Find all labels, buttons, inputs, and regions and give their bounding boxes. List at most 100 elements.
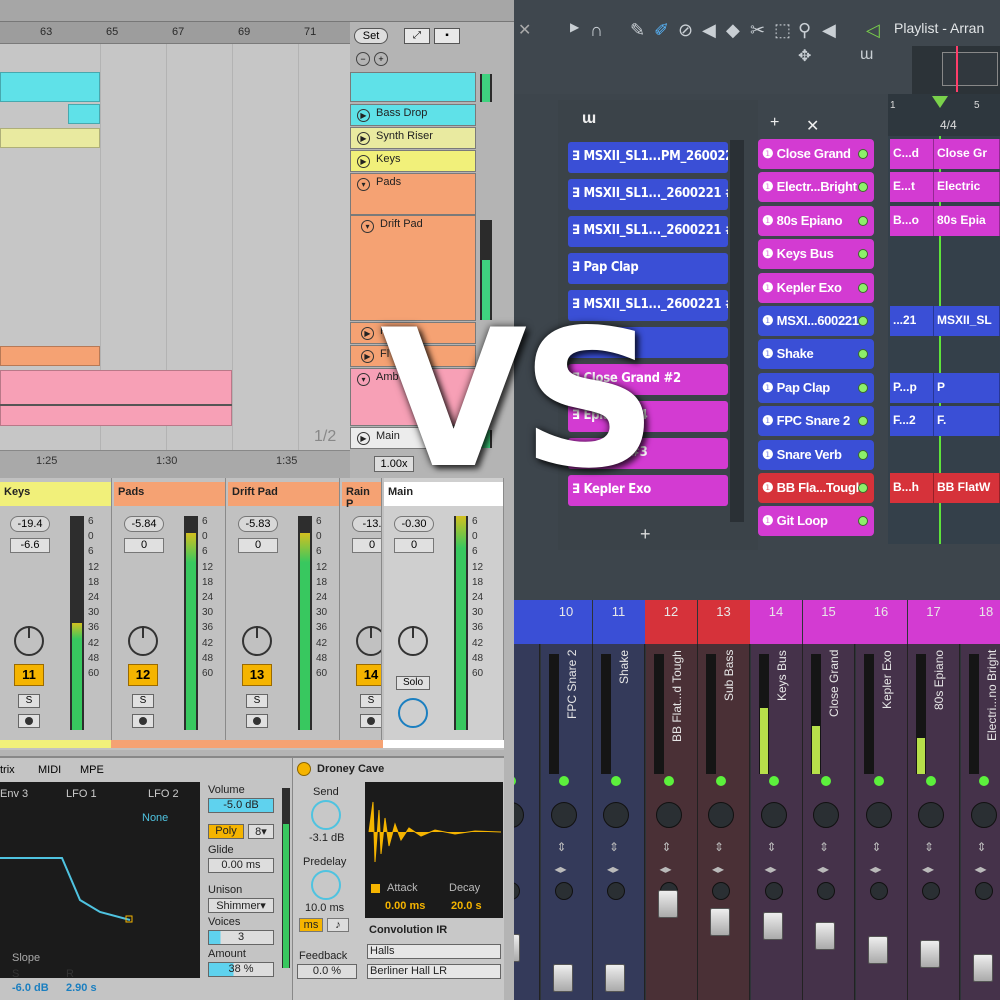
- stereo-separation-icon[interactable]: ⇕: [767, 840, 777, 854]
- r-value[interactable]: 2.90 s: [66, 982, 97, 994]
- pan-field[interactable]: -6.6: [10, 538, 50, 553]
- enable-led[interactable]: [821, 776, 831, 786]
- channel-title[interactable]: Pads: [114, 482, 225, 506]
- playlist-clip[interactable]: F.: [934, 406, 1000, 437]
- glide-field[interactable]: 0.00 ms: [208, 858, 274, 873]
- solo-button[interactable]: S: [246, 694, 268, 708]
- feedback-field[interactable]: 0.0 %: [297, 964, 357, 979]
- channel-title[interactable]: Drift Pad: [228, 482, 339, 506]
- stereo-separation-icon[interactable]: ⇕: [662, 840, 672, 854]
- mixer-track-label[interactable]: Close Grand: [827, 650, 841, 770]
- volume-fader[interactable]: [920, 940, 940, 968]
- add-channel-button[interactable]: +: [640, 524, 651, 545]
- volume-fader[interactable]: [762, 912, 783, 940]
- mixer-track-label[interactable]: Electri...no Bright: [985, 650, 999, 770]
- ir-name-select[interactable]: Berliner Hall LR: [367, 964, 501, 979]
- mixer-track-number[interactable]: 10: [540, 600, 592, 644]
- envelope-curve[interactable]: [0, 782, 200, 978]
- volume-fader[interactable]: [867, 936, 888, 964]
- mixer-strip[interactable]: ⇕◂▸: [514, 644, 540, 1000]
- attack-checkbox[interactable]: [371, 884, 380, 893]
- play-icon[interactable]: ▶: [361, 327, 374, 340]
- mixer-track-label[interactable]: 80s Epiano: [932, 650, 946, 770]
- track-enabled-led[interactable]: [858, 382, 868, 393]
- track-activator-button[interactable]: 14: [356, 664, 381, 686]
- magnet-icon[interactable]: ∩: [590, 20, 603, 41]
- playlist-clip[interactable]: MSXII_SL: [934, 306, 1000, 336]
- channel-rack-item[interactable]: ∃ Pap Clap: [568, 253, 728, 284]
- pan-field[interactable]: 0: [124, 538, 164, 553]
- volume-fader[interactable]: [552, 964, 573, 992]
- pan-knob[interactable]: [760, 802, 787, 828]
- track-enabled-led[interactable]: [858, 316, 868, 326]
- pencil-icon[interactable]: ✎: [630, 20, 645, 41]
- enable-led[interactable]: [926, 776, 936, 786]
- arrangement-ruler[interactable]: 63 65 67 69 71: [0, 22, 350, 44]
- brush-icon[interactable]: ✐: [654, 20, 669, 41]
- picker-icon[interactable]: ✥: [798, 46, 811, 66]
- enable-led[interactable]: [558, 776, 569, 786]
- track-enabled-led[interactable]: [858, 349, 868, 360]
- enable-led[interactable]: [978, 776, 989, 786]
- arrangement-view[interactable]: 1/2: [0, 44, 350, 450]
- playlist-add-icon[interactable]: +: [770, 114, 779, 132]
- track-keys[interactable]: ▶ Keys: [350, 150, 476, 172]
- rack-scrollbar[interactable]: [730, 140, 744, 522]
- playlist-track-header[interactable]: ❶ Pap Clap: [758, 372, 874, 403]
- fold-icon[interactable]: ▾: [357, 373, 370, 386]
- volume-field[interactable]: -0.30: [394, 516, 434, 532]
- pan-knob[interactable]: [813, 802, 839, 828]
- channel-rack-item[interactable]: ∃ MSXII_SL1..._2600221 #3: [568, 179, 728, 210]
- pan-knob[interactable]: [514, 802, 524, 828]
- pan-knob[interactable]: [708, 802, 734, 828]
- playlist-clip[interactable]: BB FlatW: [934, 473, 1000, 503]
- playlist-track-header[interactable]: ❶ Keys Bus: [758, 239, 874, 270]
- volume-fader[interactable]: [605, 964, 625, 992]
- play-icon[interactable]: ▶: [357, 155, 370, 168]
- track-enabled-led[interactable]: [858, 249, 868, 260]
- stereo-separation-icon[interactable]: ⇕: [714, 840, 724, 854]
- solo-button[interactable]: S: [18, 694, 40, 708]
- mixer-track-label[interactable]: FPC Snare 2: [565, 650, 579, 770]
- channel-rack-item[interactable]: ∃ MSXII_SL1..._2600221 #2: [568, 216, 728, 247]
- playlist-clip[interactable]: Close Gr: [934, 139, 1000, 169]
- track-enabled-led[interactable]: [858, 149, 868, 159]
- mixer-strip[interactable]: Electri...no Bright ⇕ ◂▸: [960, 644, 1000, 1000]
- enable-led[interactable]: [611, 776, 621, 786]
- swap-icon[interactable]: ◂▸: [870, 862, 882, 876]
- solo-button[interactable]: S: [132, 694, 154, 708]
- timeline[interactable]: 1:25 1:30 1:35: [0, 450, 350, 478]
- mixer-track-number[interactable]: 13: [697, 600, 750, 644]
- pan-knob[interactable]: [970, 802, 997, 828]
- zoom-icon[interactable]: ⚲: [798, 20, 811, 41]
- enable-led[interactable]: [768, 776, 779, 786]
- volume-knob[interactable]: [514, 882, 520, 900]
- fold-icon[interactable]: ▾: [357, 178, 370, 191]
- track-enabled-led[interactable]: [858, 449, 868, 460]
- volume-knob[interactable]: [607, 882, 625, 900]
- volume-knob[interactable]: [712, 882, 730, 900]
- volume-fader[interactable]: [972, 954, 993, 982]
- record-button[interactable]: [246, 714, 268, 728]
- mixer-track-label[interactable]: Shake: [617, 650, 631, 770]
- volume-fader[interactable]: [657, 890, 678, 918]
- clip-bass-drop[interactable]: [0, 72, 100, 102]
- volume-fader[interactable]: [514, 934, 520, 962]
- send-knob[interactable]: [356, 626, 381, 656]
- playlist-clip[interactable]: B...h: [890, 473, 934, 503]
- send-knob[interactable]: [311, 800, 341, 830]
- mixer-track-number[interactable]: 11: [592, 600, 645, 644]
- playlist-track-header[interactable]: ❶ FPC Snare 2: [758, 406, 874, 437]
- pan-knob[interactable]: [550, 802, 577, 828]
- play-icon[interactable]: ▶: [361, 350, 374, 363]
- clip-ambient[interactable]: [0, 370, 232, 426]
- stereo-separation-icon[interactable]: ⇕: [819, 840, 829, 854]
- pan-knob[interactable]: [603, 802, 629, 828]
- volume-knob[interactable]: [974, 882, 993, 900]
- playlist-clip[interactable]: B...o: [890, 205, 934, 236]
- volume-fader[interactable]: [710, 908, 730, 936]
- mixer-strip[interactable]: Sub Bass ⇕ ◂▸: [698, 644, 750, 1000]
- record-button[interactable]: [360, 714, 381, 728]
- enable-led[interactable]: [873, 776, 884, 786]
- channel-title[interactable]: Keys: [0, 482, 111, 506]
